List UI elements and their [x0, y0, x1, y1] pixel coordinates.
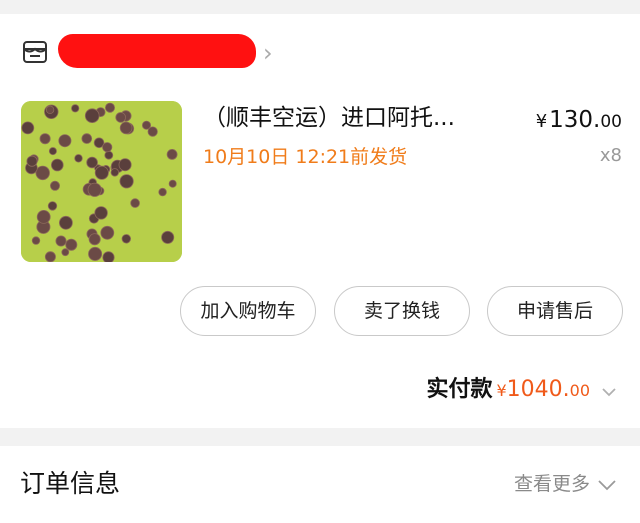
total-currency: ¥ [496, 381, 507, 400]
image-dot [161, 230, 175, 244]
view-more-label: 查看更多 [513, 473, 590, 495]
price-integer: 130. [549, 107, 601, 133]
product-title[interactable]: （顺丰空运）进口阿托... [203, 100, 483, 136]
image-dot [47, 201, 58, 211]
image-dot [50, 158, 64, 172]
redaction-mark [58, 34, 256, 68]
image-dot [39, 133, 51, 145]
image-dot [104, 150, 114, 160]
image-dot [168, 179, 177, 188]
image-dot [88, 233, 101, 246]
image-dot [130, 198, 140, 208]
chevron-down-icon[interactable] [600, 383, 618, 401]
total-integer: 1040. [506, 377, 570, 402]
product-quantity: x8 [599, 145, 622, 166]
image-dot [105, 102, 116, 113]
image-dot [31, 236, 41, 245]
image-dot [55, 235, 67, 247]
image-dot [86, 156, 98, 169]
image-dot [58, 134, 72, 148]
price-currency: ¥ [535, 111, 548, 132]
image-dot [166, 149, 178, 160]
image-dot [100, 225, 115, 240]
image-dot [35, 165, 50, 181]
image-dot [59, 215, 73, 230]
image-dot [88, 246, 103, 261]
image-dot [44, 251, 56, 262]
order-info-section: 订单信息 查看更多 [0, 446, 640, 523]
image-dot [61, 248, 70, 257]
image-dot [121, 234, 132, 244]
image-dot [65, 238, 78, 251]
image-dot [36, 210, 51, 224]
product-thumbnail[interactable] [21, 101, 182, 262]
product-price: ¥130.00 [536, 104, 622, 136]
after-sale-button[interactable]: 申请售后 [487, 286, 623, 336]
image-dot [49, 180, 60, 191]
image-dot [115, 112, 126, 123]
image-dot [119, 121, 133, 135]
sell-button[interactable]: 卖了换钱 [334, 286, 470, 336]
image-dot [119, 174, 134, 189]
image-dot [110, 168, 119, 177]
product-image [21, 101, 182, 262]
image-dot [45, 105, 55, 114]
order-info-title: 订单信息 [20, 469, 121, 498]
total-decimal: 00 [569, 381, 590, 400]
image-dot [71, 104, 80, 113]
price-decimal: 00 [600, 112, 622, 132]
image-dot [87, 182, 102, 197]
image-dot [158, 187, 167, 197]
image-dot [118, 158, 132, 172]
image-dot [94, 165, 109, 180]
ship-deadline: 10月10日 12:21前发货 [203, 146, 408, 168]
image-dot [102, 251, 115, 262]
chevron-down-icon [598, 479, 616, 490]
order-item-card: › （顺丰空运）进口阿托... 10月10日 12:21前发货 ¥130.00 … [0, 14, 640, 428]
image-dot [94, 206, 108, 220]
view-more-link[interactable]: 查看更多 [514, 468, 618, 500]
total-paid[interactable]: 实付款 ¥1040.00 [426, 372, 618, 408]
image-dot [26, 155, 38, 167]
image-dot [147, 126, 158, 137]
image-dot [21, 121, 35, 135]
image-dot [81, 133, 93, 144]
image-dot [48, 147, 57, 156]
store-icon [23, 41, 47, 63]
image-dot [74, 154, 83, 163]
add-to-cart-button[interactable]: 加入购物车 [180, 286, 316, 336]
image-dot [102, 142, 113, 153]
total-label: 实付款 [426, 377, 493, 402]
chevron-right-icon[interactable]: › [263, 40, 273, 66]
image-dot [84, 108, 100, 123]
